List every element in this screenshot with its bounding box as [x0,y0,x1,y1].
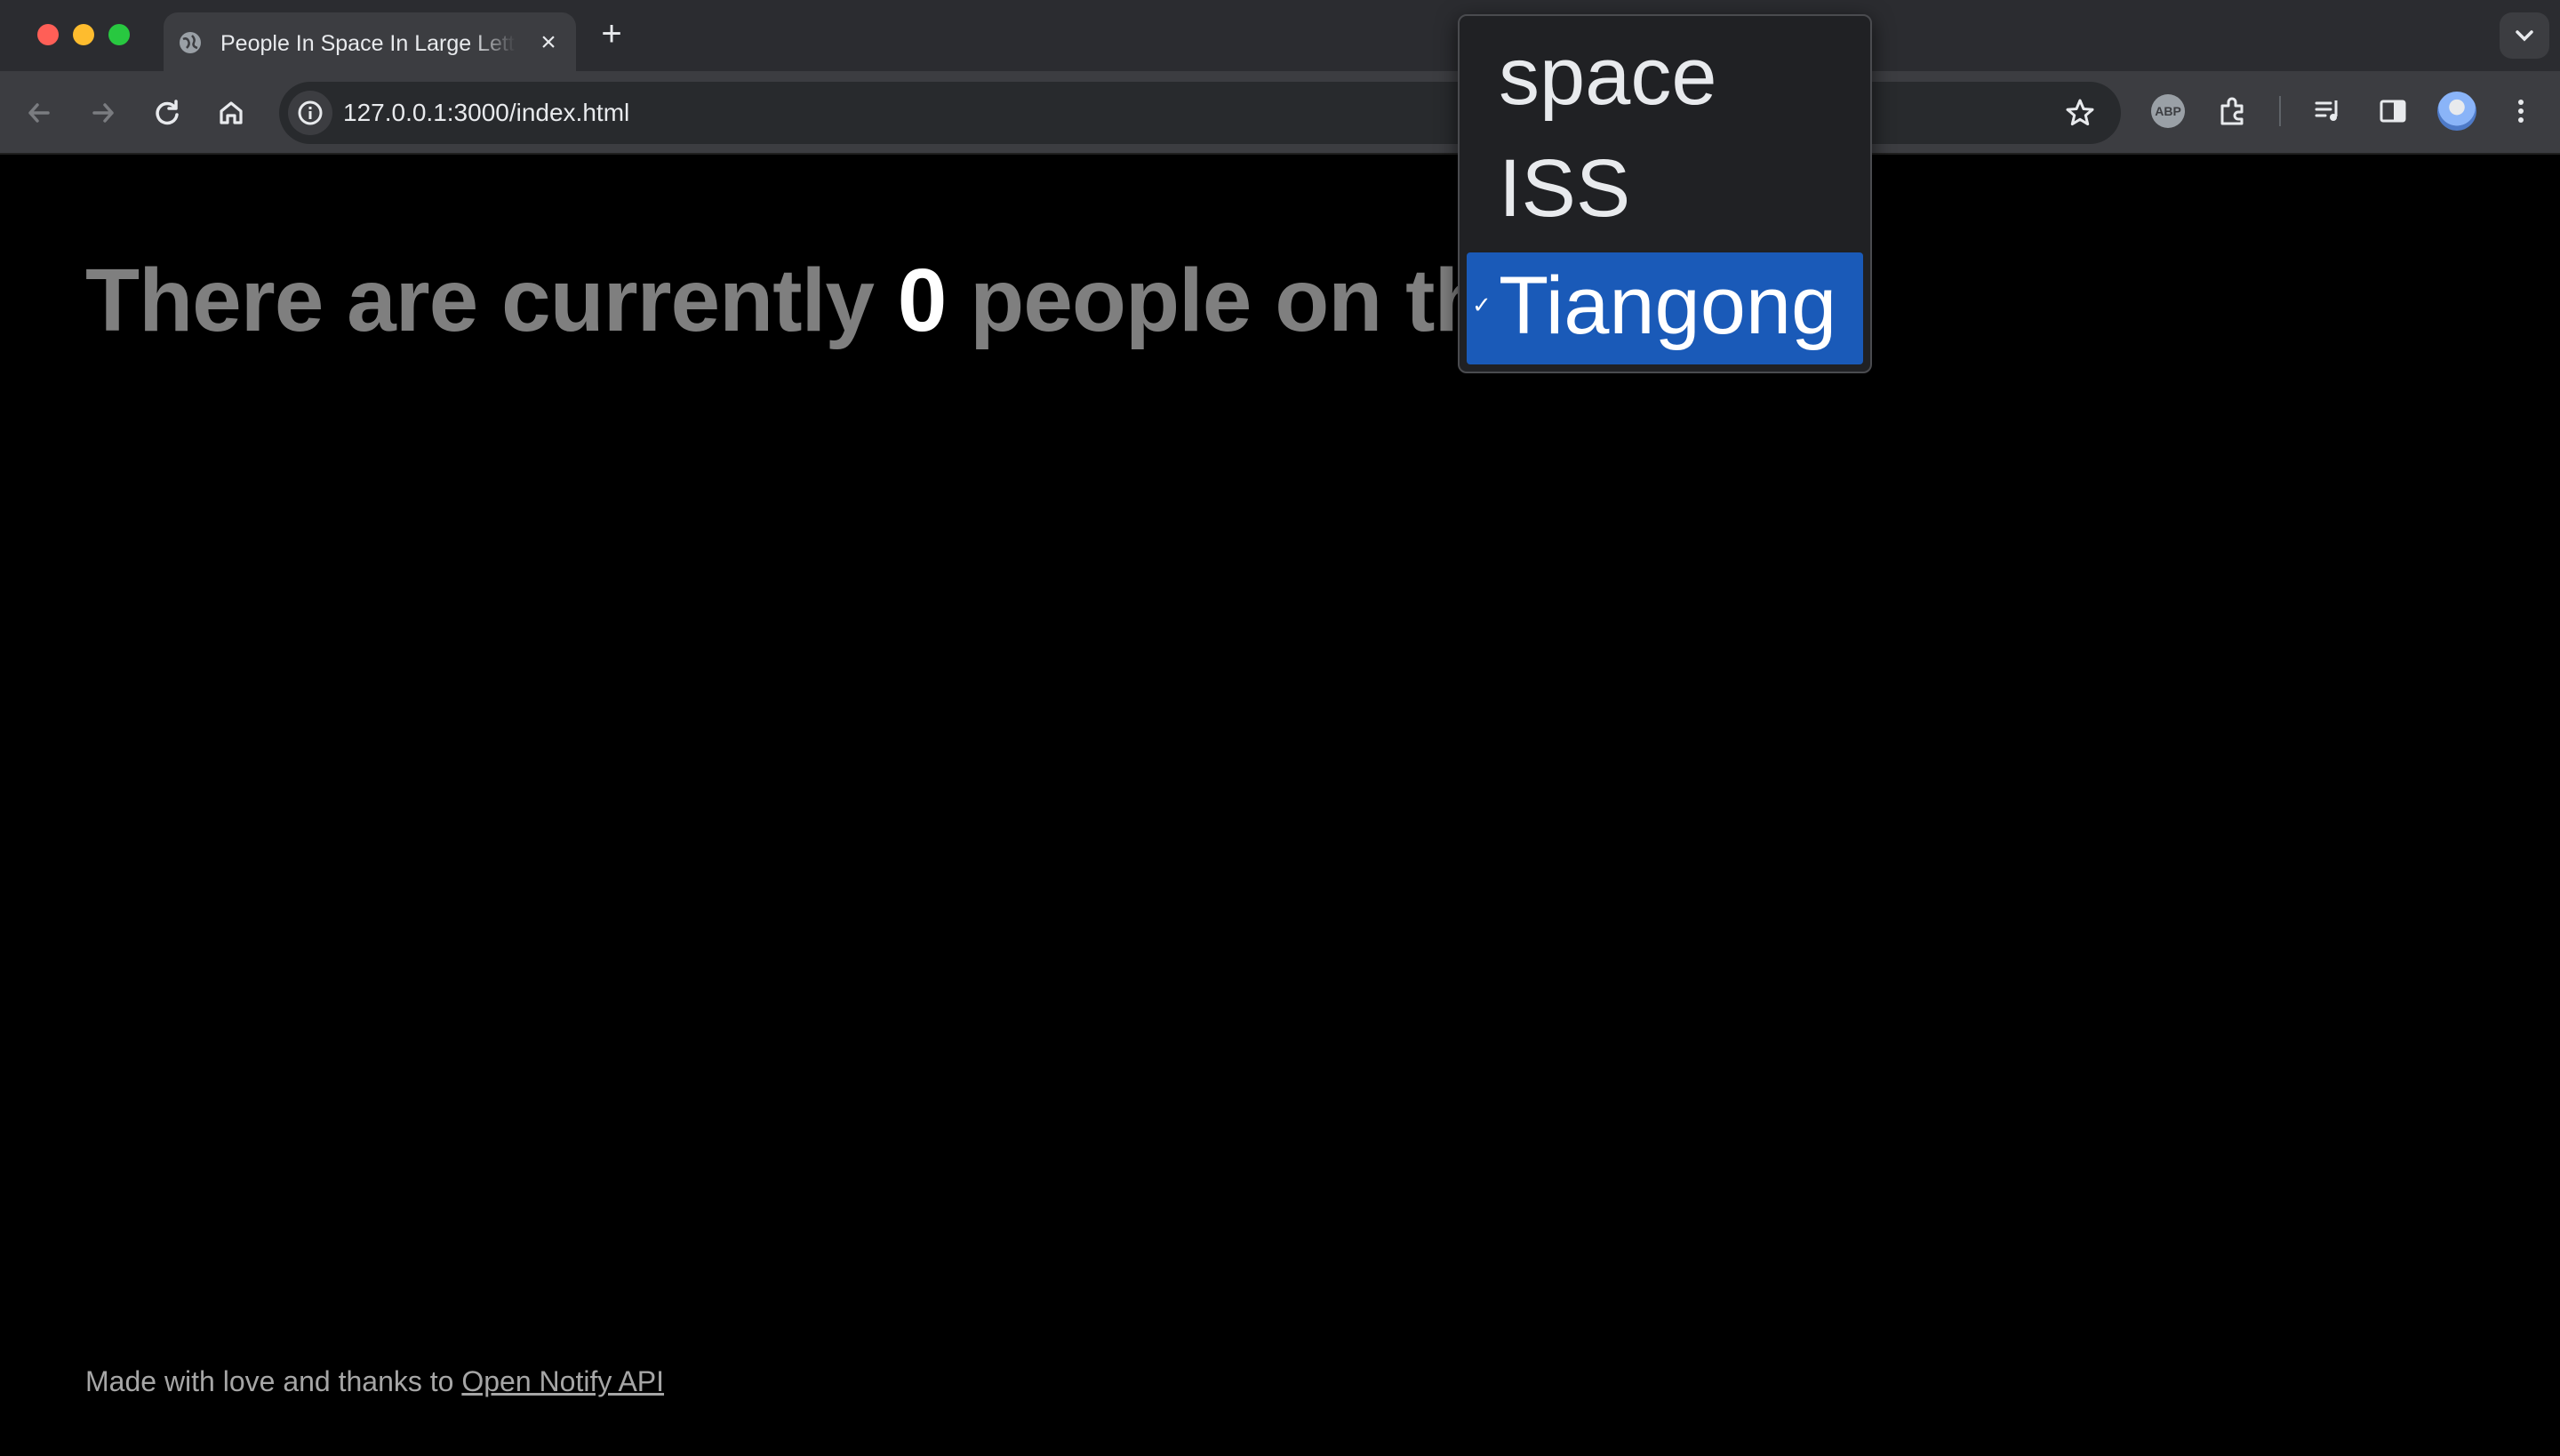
new-tab-button[interactable]: + [596,16,628,52]
maximize-window-button[interactable] [108,24,130,45]
back-arrow-icon[interactable] [21,95,57,131]
page-content: There are currently 0 people on the Made… [0,156,2560,1456]
extensions-puzzle-icon[interactable] [2215,93,2251,129]
close-window-button[interactable] [37,24,59,45]
location-select-dropdown[interactable]: space ISS ✓ Tiangong [1458,14,1872,373]
close-tab-icon[interactable]: × [535,29,562,56]
media-queue-icon[interactable] [2311,93,2347,129]
adblock-extension-icon[interactable]: ABP [2151,94,2185,128]
side-panel-icon[interactable] [2375,93,2411,129]
minimize-window-button[interactable] [73,24,94,45]
reload-icon[interactable] [149,95,185,131]
tab-title: People In Space In Large Letters [220,31,516,56]
option-label: ISS [1499,143,1631,234]
url-text[interactable]: 127.0.0.1:3000/index.html [343,99,629,127]
open-notify-api-link[interactable]: Open Notify API [461,1365,664,1397]
home-icon[interactable] [213,95,249,131]
option-label: Tiangong [1499,260,1837,351]
tab-search-button[interactable] [2500,12,2549,59]
select-option-tiangong[interactable]: ✓ Tiangong [1467,252,1863,364]
bookmark-star-icon[interactable] [2064,97,2096,129]
option-label: space [1499,31,1717,122]
select-option-space[interactable]: space [1467,23,1863,135]
globe-icon [180,32,201,53]
site-info-button[interactable] [288,91,332,135]
headline-suffix: people on the [946,251,1537,350]
footer-text: Made with love and thanks to [85,1365,462,1397]
chevron-down-icon [2516,30,2533,42]
page-footer: Made with love and thanks to Open Notify… [85,1364,664,1399]
people-count: 0 [897,251,948,350]
headline-prefix: There are currently [85,251,898,350]
info-icon [298,100,323,125]
window-titlebar: People In Space In Large Letters × + [0,0,2560,71]
page-headline: There are currently 0 people on the [85,247,1537,354]
toolbar-divider [2279,96,2281,126]
profile-avatar[interactable] [2437,92,2476,131]
more-menu-icon[interactable] [2503,93,2539,129]
browser-tab[interactable]: People In Space In Large Letters × [164,12,576,71]
checkmark-icon: ✓ [1472,292,1492,318]
forward-arrow-icon[interactable] [85,95,121,131]
select-option-iss[interactable]: ISS [1467,135,1863,247]
